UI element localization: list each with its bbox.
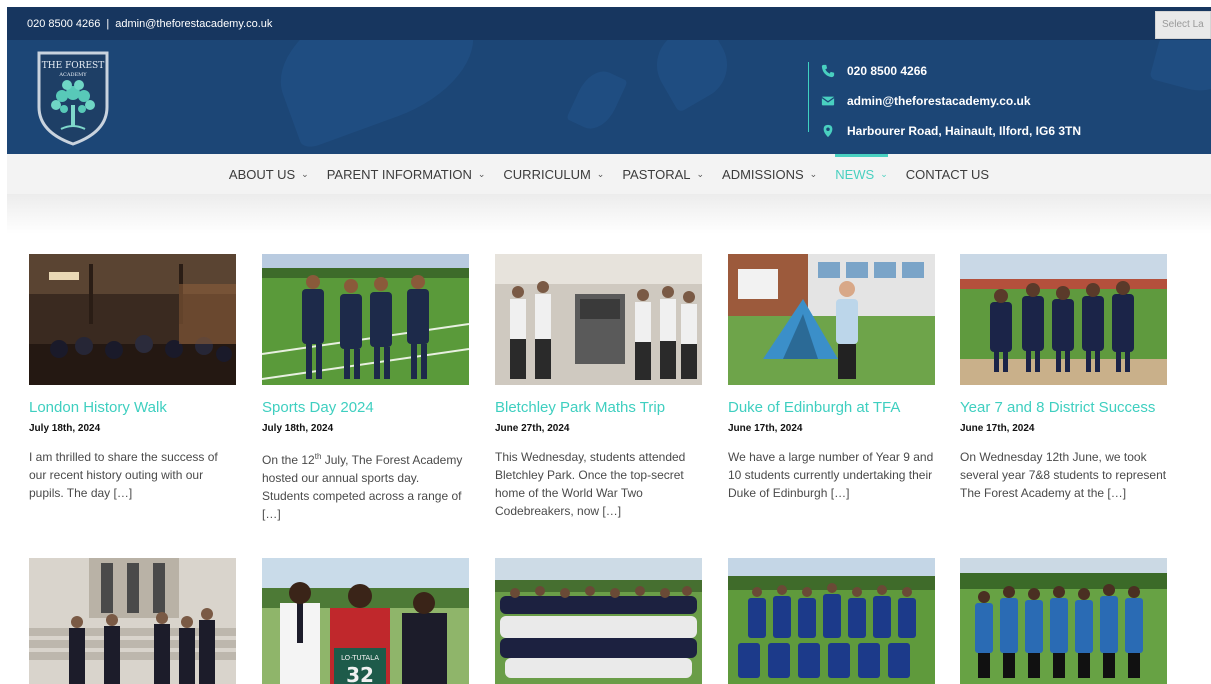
post-title[interactable]: Sports Day 2024 <box>262 399 469 417</box>
school-logo[interactable]: THE FOREST ACADEMY <box>33 47 113 147</box>
nav-label: PASTORAL <box>622 166 691 182</box>
contact-email-row[interactable]: admin@theforestacademy.co.uk <box>821 86 1081 116</box>
post-title[interactable]: Year 7 and 8 District Success <box>960 399 1167 417</box>
post-image-row2-2[interactable]: LO-TUTALA 32 <box>262 558 469 684</box>
chevron-down-icon: ⌄ <box>596 168 605 179</box>
nav-item-curriculum[interactable]: CURRICULUM ⌄ <box>503 154 604 194</box>
nav-label: PARENT INFORMATION <box>326 166 472 182</box>
contact-address-row[interactable]: Harbourer Road, Hainault, Ilford, IG6 3T… <box>821 116 1081 146</box>
jersey-number: 32 <box>346 663 374 684</box>
nav-label: CURRICULUM <box>503 166 591 182</box>
nav-shadow <box>7 194 1211 234</box>
post-excerpt: This Wednesday, students attended Bletch… <box>495 450 686 518</box>
envelope-icon <box>821 96 835 106</box>
nav-item-pastoral[interactable]: PASTORAL ⌄ <box>622 154 704 194</box>
contact-address: Harbourer Road, Hainault, Ilford, IG6 3T… <box>847 124 1082 138</box>
post-date: June 17th, 2024 <box>728 423 803 434</box>
news-card: London History Walk July 18th, 2024 I am… <box>29 254 236 502</box>
post-image-row2-4[interactable] <box>728 558 935 684</box>
nav-label: ADMISSIONS <box>722 166 804 182</box>
logo-text-bottom: ACADEMY <box>58 72 87 78</box>
chevron-down-icon: ⌄ <box>809 168 818 179</box>
site-header: THE FOREST ACADEMY 020 8500 4266 admin@t… <box>7 40 1211 154</box>
nav-item-news[interactable]: NEWS ⌄ <box>835 154 888 194</box>
nav-label: CONTACT US <box>905 166 990 182</box>
leaf-decoration <box>566 64 628 136</box>
post-date: July 18th, 2024 <box>262 423 334 434</box>
post-image-year-7-8-district-success[interactable] <box>960 254 1167 385</box>
contact-phone: 020 8500 4266 <box>847 64 928 78</box>
news-card: Sports Day 2024 July 18th, 2024 On the 1… <box>262 254 469 523</box>
post-excerpt: On Wednesday 12th June, we took several … <box>960 450 1167 500</box>
post-image-row2-5[interactable] <box>960 558 1167 684</box>
post-excerpt: We have a large number of Year 9 and 10 … <box>728 450 934 500</box>
post-excerpt: On the 12th July, The Forest Academy hos… <box>262 448 469 523</box>
post-title[interactable]: Duke of Edinburgh at TFA <box>728 399 935 417</box>
topbar-separator: | <box>106 17 110 30</box>
news-card: Year 7 and 8 District Success June 17th,… <box>960 254 1167 502</box>
leaf-decoration <box>262 40 492 151</box>
map-pin-icon <box>823 124 833 138</box>
jersey-name: LO-TUTALA <box>341 654 379 662</box>
nav-item-admissions[interactable]: ADMISSIONS ⌄ <box>722 154 817 194</box>
post-image-london-history-walk[interactable] <box>29 254 236 385</box>
header-contact: 020 8500 4266 admin@theforestacademy.co.… <box>808 62 1081 138</box>
post-title[interactable]: Bletchley Park Maths Trip <box>495 399 702 417</box>
chevron-down-icon: ⌄ <box>477 168 486 179</box>
leaf-decoration <box>644 40 740 113</box>
post-image-sports-day-2024[interactable] <box>262 254 469 385</box>
post-image-duke-of-edinburgh[interactable] <box>728 254 935 385</box>
language-select[interactable]: Select La <box>1155 11 1211 39</box>
main-nav: ABOUT US ⌄ PARENT INFORMATION ⌄ CURRICULUM… <box>7 154 1211 194</box>
post-image-row2-3[interactable] <box>495 558 702 684</box>
post-date: July 18th, 2024 <box>29 423 101 434</box>
contact-phone-row[interactable]: 020 8500 4266 <box>821 56 1081 86</box>
excerpt-text: On the 12 <box>262 453 315 467</box>
chevron-down-icon: ⌄ <box>301 168 309 179</box>
news-card: Bletchley Park Maths Trip June 27th, 202… <box>495 254 702 520</box>
phone-icon <box>821 64 835 78</box>
post-excerpt: I am thrilled to share the success of ou… <box>29 450 218 500</box>
chevron-down-icon: ⌄ <box>696 168 705 179</box>
contact-email: admin@theforestacademy.co.uk <box>847 94 1031 108</box>
nav-item-about-us[interactable]: ABOUT US ⌄ <box>229 154 309 194</box>
post-date: June 17th, 2024 <box>960 423 1035 434</box>
post-image-row2-1[interactable] <box>29 558 236 684</box>
nav-label: ABOUT US <box>228 166 296 182</box>
logo-text-top: THE FOREST <box>42 61 104 71</box>
nav-label: NEWS <box>835 166 875 182</box>
top-bar: 020 8500 4266 | admin@theforestacademy.c… <box>7 7 1211 40</box>
leaf-decoration <box>1149 40 1211 100</box>
post-image-bletchley-park-maths-trip[interactable] <box>495 254 702 385</box>
news-card: Duke of Edinburgh at TFA June 17th, 2024… <box>728 254 935 502</box>
nav-item-contact-us[interactable]: CONTACT US <box>906 154 989 194</box>
topbar-phone[interactable]: 020 8500 4266 <box>27 18 100 30</box>
topbar-email[interactable]: admin@theforestacademy.co.uk <box>115 18 272 30</box>
chevron-down-icon: ⌄ <box>880 168 888 179</box>
nav-item-parent-information[interactable]: PARENT INFORMATION ⌄ <box>327 154 486 194</box>
post-date: June 27th, 2024 <box>495 423 570 434</box>
post-title[interactable]: London History Walk <box>29 399 236 417</box>
